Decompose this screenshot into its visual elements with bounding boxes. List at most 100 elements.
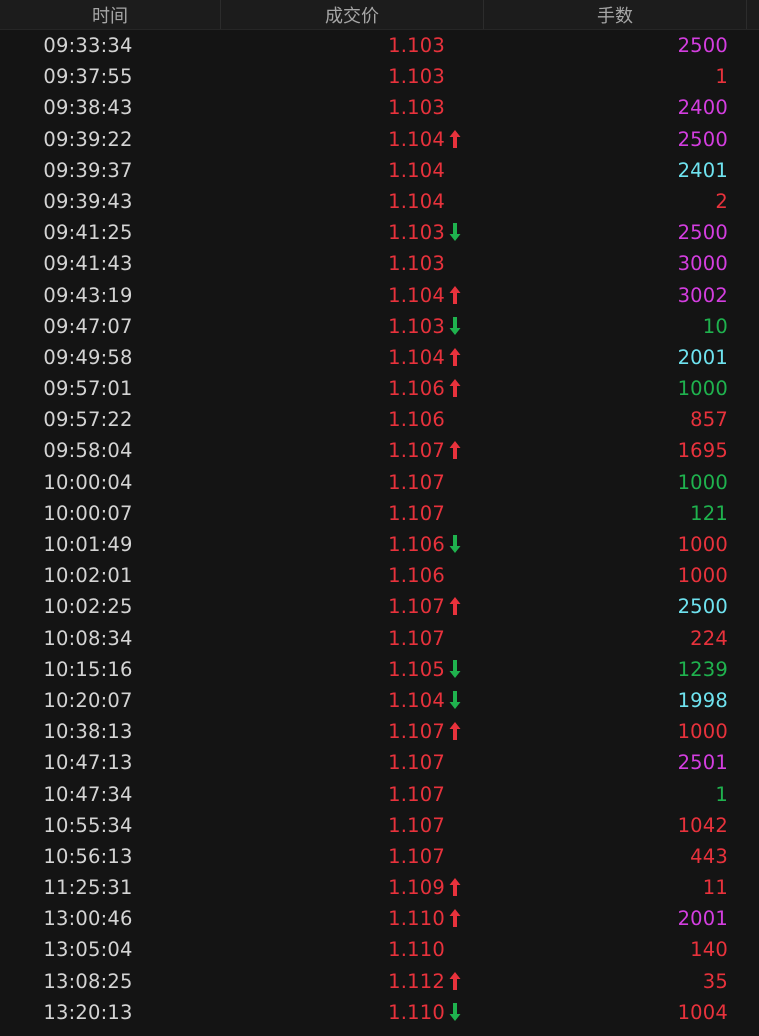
trade-time: 10:00:07 [43,501,133,525]
column-header-spacer [747,0,759,29]
trade-price: 1.104 [388,127,445,151]
trade-volume: 1 [715,782,728,806]
table-row[interactable]: 09:39:43 1.104 2 [0,186,759,217]
trade-volume: 2400 [677,96,728,120]
trade-time: 09:41:43 [43,252,133,276]
trade-price: 1.107 [388,751,445,775]
table-row[interactable]: 10:47:34 1.107 1 [0,779,759,810]
column-header-price[interactable]: 成交价 [221,0,484,29]
trade-price: 1.106 [388,408,445,432]
trade-price: 1.104 [388,158,445,182]
table-row[interactable]: 10:47:13 1.107 2501 [0,747,759,778]
trade-price: 1.103 [388,65,445,89]
table-row[interactable]: 09:37:55 1.103 1 [0,61,759,92]
trade-time: 10:38:13 [43,720,133,744]
table-row[interactable]: 10:08:34 1.107 224 [0,623,759,654]
arrow-up-icon [449,373,465,404]
arrow-down-icon [449,217,465,248]
trade-price: 1.107 [388,501,445,525]
arrow-up-icon [449,872,465,903]
trade-time: 09:57:01 [43,377,133,401]
trade-price: 1.107 [388,813,445,837]
table-row[interactable]: 11:25:31 1.109 11 [0,872,759,903]
table-row[interactable]: 13:08:25 1.112 35 [0,966,759,997]
trade-time: 10:02:01 [43,564,133,588]
trade-time: 10:00:04 [43,470,133,494]
table-row[interactable]: 13:00:46 1.110 2001 [0,903,759,934]
trade-volume: 1000 [677,533,728,556]
table-row[interactable]: 10:15:16 1.105 1239 [0,654,759,685]
trade-volume: 857 [690,408,728,432]
trade-price: 1.103 [388,314,445,338]
trade-volume: 2401 [677,158,728,182]
trade-price: 1.109 [388,876,445,900]
table-row[interactable]: 10:55:34 1.107 1042 [0,810,759,841]
trade-time: 09:58:04 [43,439,133,463]
arrow-down-icon [449,997,465,1028]
arrow-up-icon [449,280,465,311]
trade-price: 1.105 [388,657,445,681]
trade-time: 09:57:22 [43,408,133,432]
table-row[interactable]: 09:33:34 1.103 2500 [0,30,759,61]
trade-price: 1.107 [388,626,445,650]
table-row[interactable]: 10:02:01 1.106 1000 [0,560,759,591]
table-row[interactable]: 09:41:25 1.103 2500 [0,217,759,248]
table-row[interactable]: 09:41:43 1.103 3000 [0,248,759,279]
table-row[interactable]: 09:58:04 1.107 1695 [0,435,759,466]
table-row[interactable]: 09:39:37 1.104 2401 [0,155,759,186]
trade-price: 1.104 [388,345,445,369]
trade-time: 10:20:07 [43,688,133,712]
table-row[interactable]: 09:43:19 1.104 3002 [0,280,759,311]
trade-price: 1.107 [388,720,445,744]
trade-time: 09:33:34 [43,34,133,57]
table-row[interactable]: 09:38:43 1.103 2400 [0,92,759,123]
table-row[interactable]: 13:05:04 1.110 140 [0,934,759,965]
table-row[interactable]: 13:20:13 1.110 1004 [0,997,759,1028]
table-row[interactable]: 09:49:58 1.104 2001 [0,342,759,373]
trade-volume: 2001 [677,907,728,931]
trade-volume: 1000 [677,564,728,588]
trade-price: 1.106 [388,564,445,588]
trade-time: 09:39:43 [43,189,133,213]
trade-volume: 443 [690,844,728,868]
trade-volume: 1695 [677,439,728,463]
table-row[interactable]: 09:47:07 1.103 10 [0,311,759,342]
trade-price: 1.110 [388,938,445,962]
trade-volume: 1042 [677,813,728,837]
arrow-up-icon [449,716,465,747]
column-header-volume[interactable]: 手数 [484,0,747,29]
trade-list[interactable]: 09:33:34 1.103 2500 09:37:55 1.103 1 09:38:43 1… [0,30,759,1028]
trade-price: 1.103 [388,34,445,57]
table-row[interactable]: 10:56:13 1.107 443 [0,841,759,872]
column-header-time[interactable]: 时间 [0,0,221,29]
trade-time: 09:39:37 [43,158,133,182]
trade-volume: 1 [715,65,728,89]
trade-time: 10:55:34 [43,813,133,837]
trade-time: 10:56:13 [43,844,133,868]
arrow-up-icon [449,342,465,373]
table-row[interactable]: 10:38:13 1.107 1000 [0,716,759,747]
table-row[interactable]: 10:20:07 1.104 1998 [0,685,759,716]
table-row[interactable]: 09:57:22 1.106 857 [0,404,759,435]
table-row[interactable]: 09:39:22 1.104 2500 [0,124,759,155]
trade-volume: 1239 [677,657,728,681]
table-row[interactable]: 10:00:04 1.107 1000 [0,467,759,498]
arrow-up-icon [449,903,465,934]
trade-price: 1.103 [388,221,445,245]
trade-price: 1.107 [388,844,445,868]
table-row[interactable]: 09:57:01 1.106 1000 [0,373,759,404]
trade-price: 1.106 [388,377,445,401]
trade-volume: 11 [702,876,728,900]
trade-time: 13:05:04 [43,938,133,962]
trade-volume: 2001 [677,345,728,369]
trade-price: 1.107 [388,439,445,463]
trade-price: 1.107 [388,782,445,806]
trade-volume: 2500 [677,127,728,151]
trade-price: 1.103 [388,96,445,120]
trade-volume: 2500 [677,221,728,245]
table-row[interactable]: 10:00:07 1.107 121 [0,498,759,529]
table-row[interactable]: 10:01:49 1.106 1000 [0,529,759,560]
trade-volume: 1000 [677,470,728,494]
trade-price: 1.107 [388,595,445,619]
table-row[interactable]: 10:02:25 1.107 2500 [0,591,759,622]
